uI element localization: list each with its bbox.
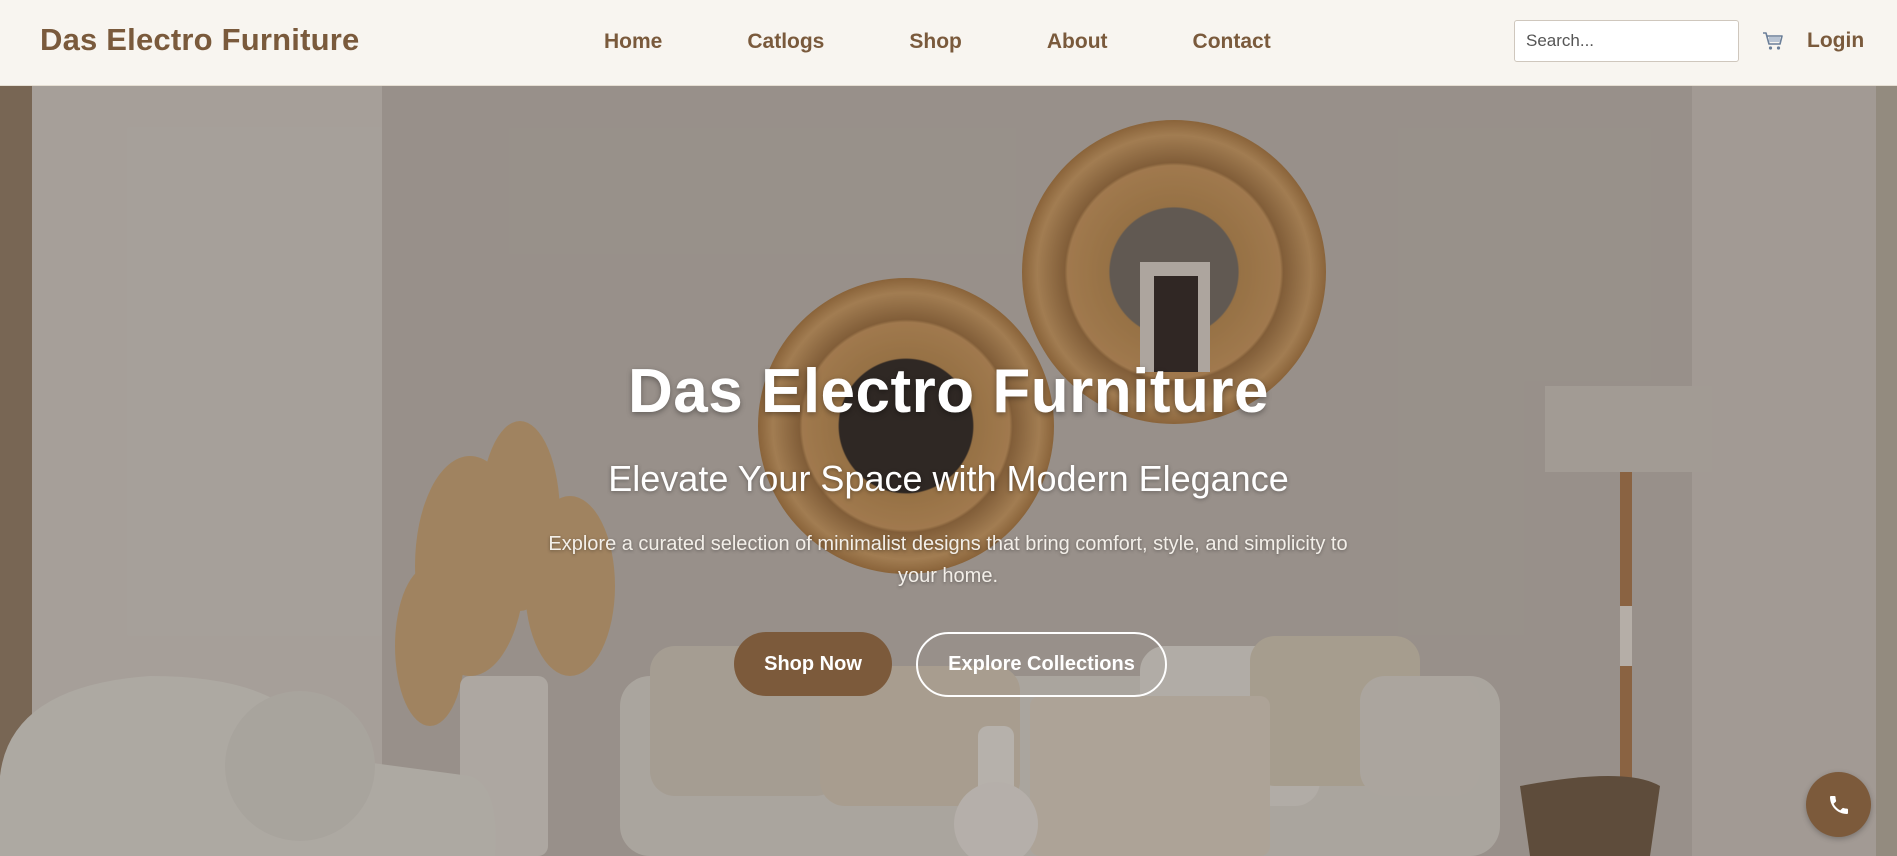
hero-section: Das Electro Furniture Elevate Your Space… — [0, 86, 1897, 856]
search-input[interactable] — [1514, 20, 1739, 62]
hero-title: Das Electro Furniture — [628, 357, 1269, 426]
nav-about[interactable]: About — [1047, 30, 1108, 54]
shop-now-button[interactable]: Shop Now — [734, 632, 892, 696]
nav-home[interactable]: Home — [604, 30, 662, 54]
explore-collections-button[interactable]: Explore Collections — [916, 632, 1167, 697]
navbar: Das Electro Furniture Home Catlogs Shop … — [0, 0, 1897, 86]
nav-shop[interactable]: Shop — [909, 30, 962, 54]
hero-content: Das Electro Furniture Elevate Your Space… — [0, 86, 1897, 856]
phone-icon — [1829, 795, 1848, 814]
hero-subtitle: Elevate Your Space with Modern Elegance — [608, 458, 1289, 499]
call-button[interactable] — [1806, 772, 1871, 837]
main-nav: Home Catlogs Shop About Contact — [604, 30, 1271, 54]
nav-catlogs[interactable]: Catlogs — [747, 30, 824, 54]
brand-logo[interactable]: Das Electro Furniture — [40, 22, 359, 58]
login-link[interactable]: Login — [1807, 29, 1864, 53]
nav-contact[interactable]: Contact — [1193, 30, 1271, 54]
shopping-cart-icon[interactable] — [1762, 30, 1784, 52]
hero-description: Explore a curated selection of minimalis… — [548, 533, 1348, 587]
